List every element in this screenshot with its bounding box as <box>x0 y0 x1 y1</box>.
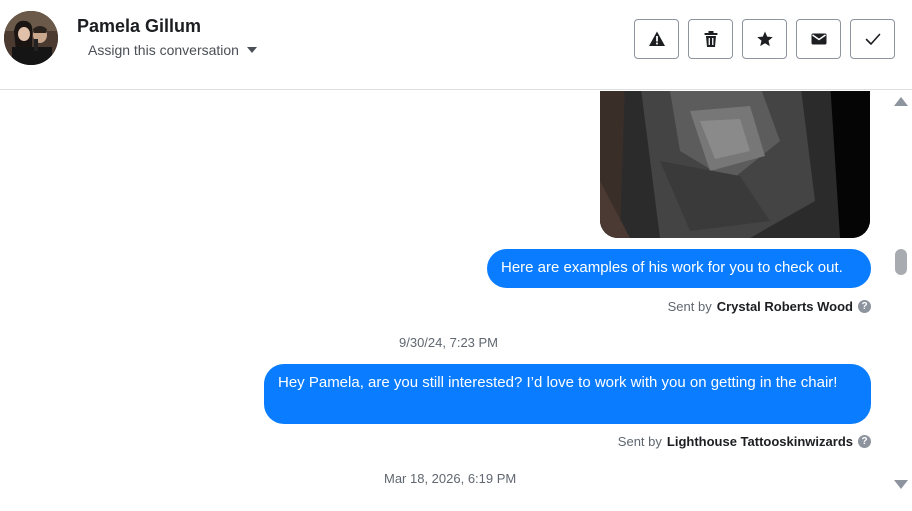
thread-scrollbar[interactable] <box>890 91 912 511</box>
trash-icon <box>704 31 717 47</box>
assign-conversation-dropdown[interactable]: Assign this conversation <box>88 42 257 58</box>
message-timestamp: 9/30/24, 7:23 PM <box>399 335 499 350</box>
attached-image[interactable] <box>600 91 870 238</box>
message-timestamp: Mar 18, 2026, 6:19 PM <box>384 471 517 486</box>
delete-button[interactable] <box>688 19 733 59</box>
mark-done-button[interactable] <box>850 19 895 59</box>
scroll-up-arrow-icon[interactable] <box>894 97 908 106</box>
sender-name: Crystal Roberts Wood <box>716 299 853 314</box>
help-icon[interactable]: ? <box>858 435 871 448</box>
help-icon[interactable]: ? <box>858 300 871 313</box>
mark-unread-button[interactable] <box>796 19 841 59</box>
message-bubble[interactable]: Hey Pamela, are you still interested? I’… <box>264 364 871 424</box>
sent-by-info: Sent by Crystal Roberts Wood ? <box>668 299 871 314</box>
message-thread[interactable]: Here are examples of his work for you to… <box>0 91 890 511</box>
conversation-actions <box>634 19 895 59</box>
caret-down-icon <box>246 47 257 53</box>
sender-name: Lighthouse Tattooskinwizards <box>666 434 853 449</box>
scroll-down-arrow-icon[interactable] <box>894 480 908 489</box>
spam-button[interactable] <box>634 19 679 59</box>
scroll-thumb[interactable] <box>895 249 907 275</box>
star-button[interactable] <box>742 19 787 59</box>
envelope-icon <box>811 33 826 45</box>
contact-name: Pamela Gillum <box>77 16 202 36</box>
sent-by-prefix: Sent by <box>667 299 712 314</box>
avatar[interactable] <box>4 11 58 65</box>
assign-conversation-label: Assign this conversation <box>88 42 239 58</box>
conversation-header: Pamela Gillum Assign this conversation <box>0 0 912 90</box>
sent-by-info: Sent by Lighthouse Tattooskinwizards ? <box>618 434 871 449</box>
sent-by-prefix: Sent by <box>617 434 662 449</box>
warning-icon <box>648 31 665 46</box>
checkmark-icon <box>865 33 880 45</box>
star-icon <box>756 31 773 47</box>
message-bubble[interactable]: Here are examples of his work for you to… <box>487 249 871 288</box>
